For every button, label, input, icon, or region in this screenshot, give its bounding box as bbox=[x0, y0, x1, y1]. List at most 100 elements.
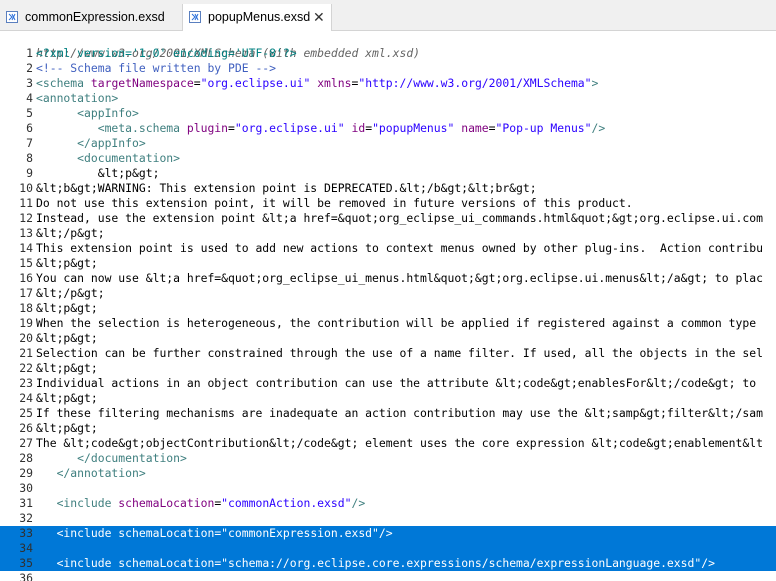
code-line[interactable]: 34 bbox=[0, 541, 776, 556]
code-token: Individual actions in an object contribu… bbox=[36, 376, 757, 390]
line-code: <schema targetNamespace="org.eclipse.ui"… bbox=[36, 76, 598, 91]
code-line[interactable]: 20 &lt;p&gt; bbox=[0, 331, 776, 346]
line-code: &lt;p&gt; bbox=[36, 331, 98, 346]
code-token: If these filtering mechanisms are inadeq… bbox=[36, 406, 763, 420]
code-line[interactable]: 18 &lt;p&gt; bbox=[0, 301, 776, 316]
code-line[interactable]: 23 Individual actions in an object contri… bbox=[0, 376, 776, 391]
code-token: "schema://org.eclipse.core.expressions/s… bbox=[221, 556, 702, 570]
code-token: /> bbox=[701, 556, 715, 570]
code-token: &lt;p&gt; bbox=[36, 301, 98, 315]
code-token: schemaLocation bbox=[118, 496, 215, 510]
code-token: xmlns bbox=[310, 76, 352, 90]
line-number: 32 bbox=[19, 511, 33, 525]
line-number: 23 bbox=[19, 376, 33, 390]
code-token: &lt;p&gt; bbox=[36, 331, 98, 345]
code-line[interactable]: 17 &lt;/p&gt; bbox=[0, 286, 776, 301]
code-token: The &lt;code&gt;objectContribution&lt;/c… bbox=[36, 436, 763, 450]
tab-popup-menus[interactable]: popupMenus.exsd ✕ bbox=[182, 4, 332, 31]
line-number: 25 bbox=[19, 406, 33, 420]
code-line[interactable]: 4 <annotation> bbox=[0, 91, 776, 106]
code-line[interactable]: 28 </documentation> bbox=[0, 451, 776, 466]
code-line[interactable]: 5 <appInfo> bbox=[0, 106, 776, 121]
code-line[interactable]: 11 Do not use this extension point, it wi… bbox=[0, 196, 776, 211]
code-token: "commonAction.exsd" bbox=[221, 496, 352, 510]
code-token: name bbox=[454, 121, 489, 135]
code-line[interactable]: 15 &lt;p&gt; bbox=[0, 256, 776, 271]
code-token: /> bbox=[591, 121, 606, 135]
tab-common-expression[interactable]: commonExpression.exsd bbox=[0, 5, 181, 30]
line-number: 7 bbox=[26, 136, 33, 150]
code-token: = bbox=[228, 121, 235, 135]
line-code: When the selection is heterogeneous, the… bbox=[36, 316, 756, 331]
code-line[interactable]: 25 If these filtering mechanisms are inad… bbox=[0, 406, 776, 421]
code-line[interactable]: 7 </appInfo> bbox=[0, 136, 776, 151]
code-line[interactable]: 14 This extension point is used to add ne… bbox=[0, 241, 776, 256]
line-code: Individual actions in an object contribu… bbox=[36, 376, 756, 391]
line-number: 11 bbox=[19, 196, 33, 210]
code-line[interactable]: 26 &lt;p&gt; bbox=[0, 421, 776, 436]
line-number: 1 bbox=[26, 46, 33, 60]
xml-schema-file-icon bbox=[189, 11, 201, 23]
line-number: 20 bbox=[19, 331, 33, 345]
line-code: You can now use &lt;a href=&quot;org_ecl… bbox=[36, 271, 763, 286]
close-tab-icon[interactable]: ✕ bbox=[313, 4, 325, 31]
line-code: &lt;p&gt; bbox=[36, 301, 98, 316]
code-token: "commonExpression.exsd" bbox=[221, 526, 379, 540]
tab-label: commonExpression.exsd bbox=[25, 10, 165, 24]
code-line[interactable]: 10 &lt;b&gt;WARNING: This extension point… bbox=[0, 181, 776, 196]
code-token: = bbox=[488, 121, 496, 135]
code-line[interactable]: 3 <schema targetNamespace="org.eclipse.ui… bbox=[0, 76, 776, 91]
code-token: &lt;p&gt; bbox=[36, 361, 98, 375]
line-code: &lt;/p&gt; bbox=[36, 226, 105, 241]
code-line[interactable]: 22 &lt;p&gt; bbox=[0, 361, 776, 376]
line-code: <include schemaLocation="commonExpressio… bbox=[36, 526, 393, 541]
line-code: &lt;p&gt; bbox=[36, 391, 98, 406]
line-number: 29 bbox=[19, 466, 33, 480]
code-line[interactable]: 27 The &lt;code&gt;objectContribution&lt;… bbox=[0, 436, 776, 451]
code-token: </annotation> bbox=[36, 466, 146, 480]
code-token: &lt;p&gt; bbox=[36, 166, 160, 180]
code-line[interactable]: 24 &lt;p&gt; bbox=[0, 391, 776, 406]
code-token: schemaLocation bbox=[118, 526, 215, 540]
code-line[interactable]: 13 &lt;/p&gt; bbox=[0, 226, 776, 241]
code-line[interactable]: 21 Selection can be further constrained t… bbox=[0, 346, 776, 361]
code-token: <appInfo> bbox=[36, 106, 139, 120]
code-token: Instead, use the extension point &lt;a h… bbox=[36, 211, 763, 225]
schema-hint-line: http://www.w3.org/2001/XMLSchema (with e… bbox=[0, 31, 776, 60]
line-number: 35 bbox=[19, 556, 33, 570]
code-token: &lt;/p&gt; bbox=[36, 286, 105, 300]
code-line[interactable]: 33 <include schemaLocation="commonExpres… bbox=[0, 526, 776, 541]
code-editor[interactable]: http://www.w3.org/2001/XMLSchema (with e… bbox=[0, 31, 776, 581]
code-line[interactable]: 8 <documentation> bbox=[0, 151, 776, 166]
code-line[interactable]: 1 <?xml version='1.0' encoding='UTF-8'?> bbox=[0, 46, 776, 61]
code-line[interactable]: 9 &lt;p&gt; bbox=[0, 166, 776, 181]
line-number: 12 bbox=[19, 211, 33, 225]
line-number: 4 bbox=[26, 91, 33, 105]
line-code: This extension point is used to add new … bbox=[36, 241, 763, 256]
code-line[interactable]: 12 Instead, use the extension point &lt;a… bbox=[0, 211, 776, 226]
code-line[interactable]: 35 <include schemaLocation="schema://org… bbox=[0, 556, 776, 571]
code-line[interactable]: 32 bbox=[0, 511, 776, 526]
line-code: &lt;p&gt; bbox=[36, 421, 98, 436]
line-code: &lt;p&gt; bbox=[36, 166, 160, 181]
code-token: "popupMenus" bbox=[372, 121, 455, 135]
code-token: <schema bbox=[36, 76, 91, 90]
tab-label: popupMenus.exsd bbox=[208, 10, 311, 24]
code-line[interactable]: 29 </annotation> bbox=[0, 466, 776, 481]
line-number: 15 bbox=[19, 256, 33, 270]
code-token: This extension point is used to add new … bbox=[36, 241, 763, 255]
line-number: 28 bbox=[19, 451, 33, 465]
code-token: /> bbox=[351, 496, 366, 510]
code-line[interactable]: 2 <!-- Schema file written by PDE --> bbox=[0, 61, 776, 76]
line-code: <include schemaLocation="schema://org.ec… bbox=[36, 556, 715, 571]
code-line[interactable]: 31 <include schemaLocation="commonAction… bbox=[0, 496, 776, 511]
code-line[interactable]: 30 bbox=[0, 481, 776, 496]
code-token: <include bbox=[36, 556, 119, 570]
code-line[interactable]: 16 You can now use &lt;a href=&quot;org_e… bbox=[0, 271, 776, 286]
code-line[interactable]: 19 When the selection is heterogeneous, t… bbox=[0, 316, 776, 331]
code-token: > bbox=[591, 76, 599, 90]
line-number: 9 bbox=[26, 166, 33, 180]
code-line[interactable]: 36 bbox=[0, 571, 776, 581]
code-line[interactable]: 6 <meta.schema plugin="org.eclipse.ui" i… bbox=[0, 121, 776, 136]
line-number: 5 bbox=[26, 106, 33, 120]
